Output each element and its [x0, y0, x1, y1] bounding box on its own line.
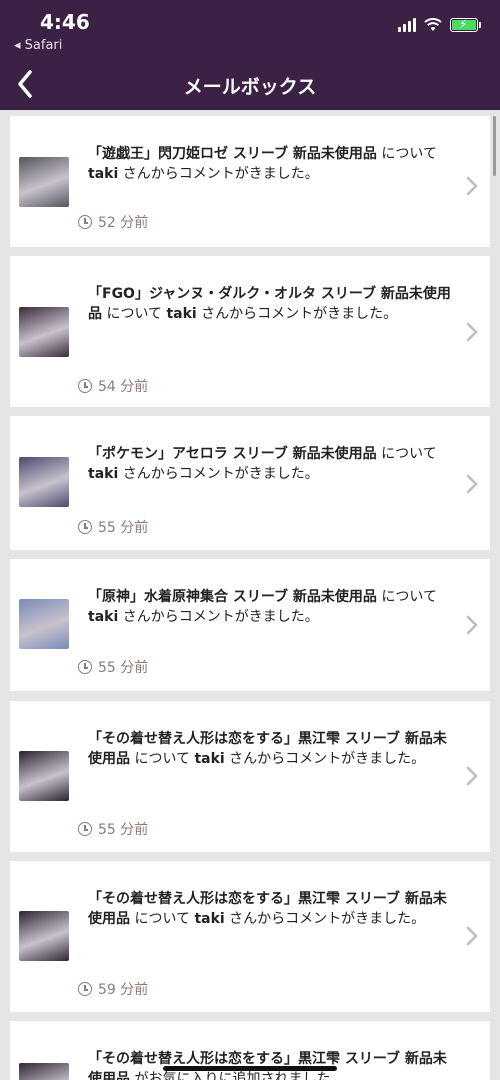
item-message: 「その着せ替え人形は恋をする」黒江雫 スリーブ 新品未使用品 について taki… — [88, 889, 460, 929]
status-icons: ⚡ — [398, 17, 481, 32]
chevron-right-icon — [466, 926, 478, 946]
chevron-right-icon — [466, 322, 478, 342]
mail-item[interactable]: 「遊戯王」閃刀姫ロゼ スリーブ 新品未使用品 について taki さんからコメン… — [10, 116, 490, 247]
item-tail: さんからコメントがきました。 — [224, 911, 426, 927]
wifi-icon — [424, 18, 442, 31]
battery-charging-icon: ⚡ — [450, 17, 481, 32]
item-tail: さんからコメントがきました。 — [118, 166, 319, 182]
status-time: 4:46 — [40, 10, 90, 34]
item-about: について — [102, 306, 167, 322]
clock-icon — [78, 215, 92, 229]
item-message: 「その着せ替え人形は恋をする」黒江雫 スリーブ 新品未使用品 について taki… — [88, 729, 460, 769]
item-tail: さんからコメントがきました。 — [196, 306, 398, 322]
item-message: 「その着せ替え人形は恋をする」黒江雫 スリーブ 新品未使用品 がお気に入りに追加… — [88, 1049, 460, 1080]
item-time-text: 55 分前 — [98, 520, 149, 536]
item-user: taki — [88, 466, 119, 482]
clock-icon — [78, 822, 92, 836]
clock-icon — [78, 379, 92, 393]
item-about: について — [376, 146, 437, 162]
navigation-bar: メールボックス — [0, 62, 500, 108]
item-timestamp: 55 分前 — [78, 517, 148, 537]
item-time-text: 55 分前 — [98, 822, 149, 838]
item-about: について — [130, 751, 195, 767]
clock-icon — [78, 982, 92, 996]
chevron-right-icon — [466, 176, 478, 196]
item-user: taki — [88, 609, 119, 625]
mail-item[interactable]: 「その着せ替え人形は恋をする」黒江雫 スリーブ 新品未使用品 がお気に入りに追加… — [10, 1021, 490, 1080]
item-timestamp: 54 分前 — [78, 376, 148, 396]
item-thumbnail — [19, 1063, 69, 1080]
item-thumbnail — [19, 457, 69, 507]
item-user: taki — [194, 751, 225, 767]
item-timestamp: 52 分前 — [78, 212, 148, 232]
item-thumbnail — [19, 157, 69, 207]
mail-item[interactable]: 「その着せ替え人形は恋をする」黒江雫 スリーブ 新品未使用品 について taki… — [10, 861, 490, 1012]
item-title: 「遊戯王」閃刀姫ロゼ スリーブ 新品未使用品 — [88, 146, 377, 162]
item-message: 「遊戯王」閃刀姫ロゼ スリーブ 新品未使用品 について taki さんからコメン… — [88, 144, 460, 184]
item-thumbnail — [19, 911, 69, 961]
item-thumbnail — [19, 751, 69, 801]
item-tail: さんからコメントがきました。 — [118, 466, 319, 482]
item-user: taki — [194, 911, 225, 927]
item-timestamp: 55 分前 — [78, 657, 148, 677]
item-timestamp: 59 分前 — [78, 979, 148, 999]
chevron-right-icon — [466, 474, 478, 494]
clock-icon — [78, 660, 92, 674]
item-message: 「ポケモン」アセロラ スリーブ 新品未使用品 について taki さんからコメン… — [88, 444, 460, 484]
item-time-text: 52 分前 — [98, 215, 149, 231]
item-time-text: 54 分前 — [98, 379, 149, 395]
item-user: taki — [166, 306, 197, 322]
home-indicator[interactable] — [163, 1066, 337, 1071]
item-time-text: 59 分前 — [98, 982, 149, 998]
chevron-right-icon — [466, 766, 478, 786]
chevron-right-icon — [466, 615, 478, 635]
back-to-safari-link[interactable]: ◂ Safari — [14, 38, 62, 53]
item-title: 「ポケモン」アセロラ スリーブ 新品未使用品 — [88, 446, 377, 462]
page-title: メールボックス — [183, 76, 317, 98]
item-message: 「原神」水着原神集合 スリーブ 新品未使用品 について taki さんからコメン… — [88, 587, 460, 627]
item-thumbnail — [19, 599, 69, 649]
item-timestamp: 55 分前 — [78, 819, 148, 839]
status-and-nav-bar: 4:46 ◂ Safari ⚡ メールボックス — [0, 0, 500, 110]
item-about: について — [376, 446, 437, 462]
item-about: について — [376, 589, 437, 605]
mail-item[interactable]: 「FGO」ジャンヌ・ダルク・オルタ スリーブ 新品未使用品 について taki … — [10, 256, 490, 407]
item-thumbnail — [19, 307, 69, 357]
item-about: について — [130, 911, 195, 927]
mail-item[interactable]: 「ポケモン」アセロラ スリーブ 新品未使用品 について taki さんからコメン… — [10, 416, 490, 550]
mail-item[interactable]: 「その着せ替え人形は恋をする」黒江雫 スリーブ 新品未使用品 について taki… — [10, 701, 490, 852]
item-message: 「FGO」ジャンヌ・ダルク・オルタ スリーブ 新品未使用品 について taki … — [88, 284, 460, 324]
scrollbar[interactable] — [493, 116, 496, 176]
item-about: がお気に入りに追加されました — [130, 1071, 331, 1080]
mail-item[interactable]: 「原神」水着原神集合 スリーブ 新品未使用品 について taki さんからコメン… — [10, 559, 490, 691]
cellular-signal-icon — [398, 18, 416, 32]
item-title: 「原神」水着原神集合 スリーブ 新品未使用品 — [88, 589, 377, 605]
item-tail: さんからコメントがきました。 — [118, 609, 319, 625]
item-tail: さんからコメントがきました。 — [224, 751, 426, 767]
clock-icon — [78, 520, 92, 534]
item-user: taki — [88, 166, 119, 182]
item-time-text: 55 分前 — [98, 660, 149, 676]
